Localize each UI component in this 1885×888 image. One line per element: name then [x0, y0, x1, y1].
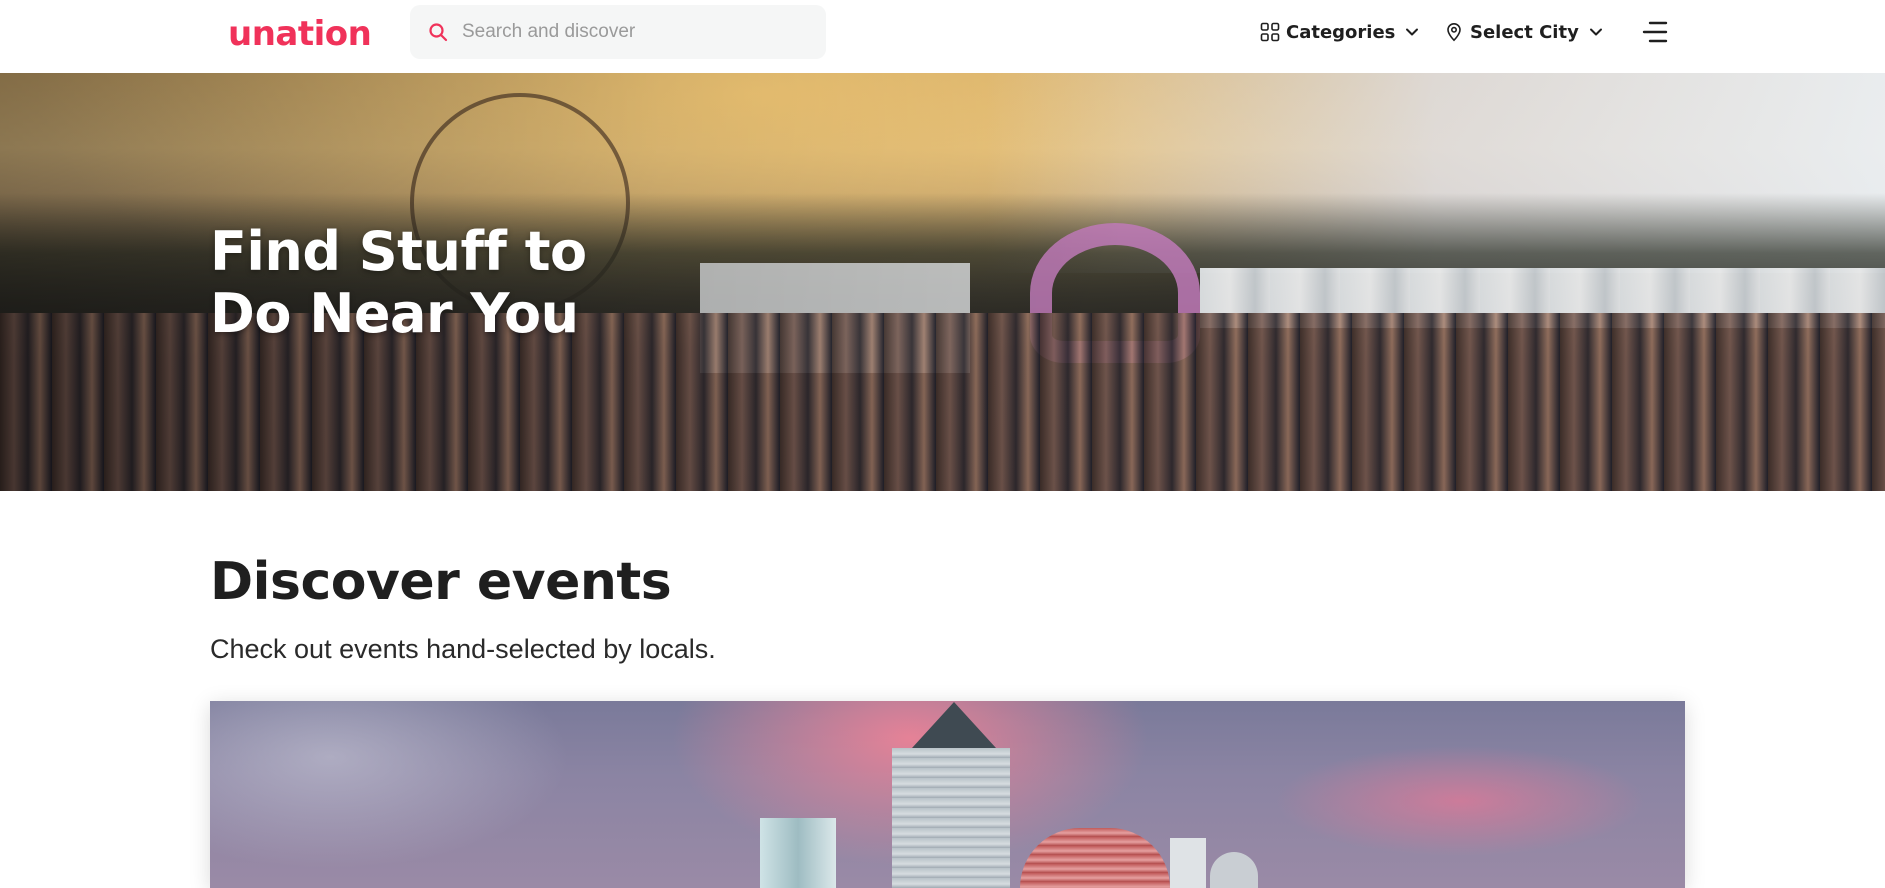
- logo[interactable]: unation: [228, 14, 372, 54]
- categories-dropdown[interactable]: Categories: [1260, 18, 1419, 46]
- city-label: Select City: [1470, 21, 1579, 43]
- hero-banner: Find Stuff to Do Near You: [0, 73, 1885, 491]
- search-input[interactable]: [462, 5, 812, 59]
- discover-subtitle: Check out events hand-selected by locals…: [210, 634, 716, 664]
- building: [1210, 852, 1258, 888]
- search-bar[interactable]: [410, 5, 826, 59]
- menu-icon[interactable]: [1642, 20, 1668, 44]
- building-spire: [912, 702, 996, 748]
- city-selector[interactable]: Select City: [1444, 18, 1603, 46]
- search-icon: [429, 23, 448, 42]
- chevron-down-icon: [1406, 28, 1419, 36]
- city-card-image[interactable]: [210, 701, 1685, 888]
- building: [760, 818, 836, 888]
- hero-title: Find Stuff to Do Near You: [210, 220, 587, 345]
- city-clouds: [210, 701, 610, 888]
- grid-icon: [1260, 22, 1280, 42]
- site-header: unation Categories Select City: [0, 0, 1885, 73]
- building: [892, 748, 1010, 888]
- map-pin-icon: [1447, 22, 1461, 42]
- chevron-down-icon: [1589, 28, 1602, 36]
- discover-title: Discover events: [210, 552, 672, 612]
- categories-label: Categories: [1286, 21, 1396, 43]
- building: [1170, 838, 1206, 888]
- city-sky-glow-right: [1260, 741, 1660, 861]
